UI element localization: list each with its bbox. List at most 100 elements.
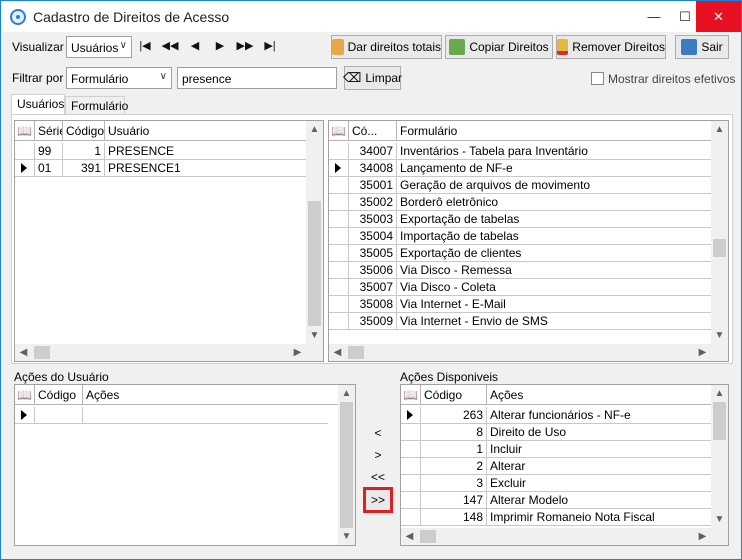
acoes-disponiveis-grid[interactable]: 📖 Código Ações 263 Alterar funcionários -…	[400, 384, 729, 546]
next-page-icon[interactable]: ▶▶	[234, 39, 256, 52]
scroll-right-icon[interactable]: ▶	[694, 344, 711, 361]
table-row[interactable]: 99 1 PRESENCE	[15, 143, 307, 160]
move-all-right-button[interactable]: >>	[363, 487, 393, 513]
col-formulario[interactable]: Formulário	[397, 121, 711, 141]
cell-formulario: Exportação de clientes	[400, 246, 522, 260]
scroll-thumb[interactable]	[308, 201, 321, 326]
col-codigo[interactable]: Có...	[349, 121, 397, 141]
move-right-button[interactable]: >	[363, 445, 393, 465]
next-record-icon[interactable]: ▶	[209, 39, 231, 52]
cell-formulario: Exportação de tabelas	[400, 212, 520, 226]
prev-record-icon[interactable]: ◀	[184, 39, 206, 52]
table-row[interactable]: 147 Alterar Modelo	[401, 492, 711, 509]
scroll-up-icon[interactable]: ▲	[338, 385, 355, 402]
table-row[interactable]: 35009 Via Internet - Envio de SMS	[329, 313, 711, 330]
sair-button[interactable]: Sair	[675, 35, 729, 59]
table-row[interactable]: 01 391 PRESENCE1	[15, 160, 307, 177]
scroll-down-icon[interactable]: ▼	[711, 327, 728, 344]
cell-formulario: Inventários - Tabela para Inventário	[400, 144, 588, 158]
table-row[interactable]: 34007 Inventários - Tabela para Inventári…	[329, 143, 711, 160]
forms-hscrollbar[interactable]: ◀ ▶	[329, 344, 728, 361]
visualizar-select[interactable]: Usuários ∨	[66, 36, 132, 58]
col-acoes[interactable]: Ações	[83, 385, 339, 405]
users-grid[interactable]: 📖 Série Código Usuário 99 1 PRESENCE 01 …	[14, 120, 324, 362]
col-codigo[interactable]: Código	[35, 385, 83, 405]
acoes-usuario-grid[interactable]: 📖 Código Ações ▲ ▼	[14, 384, 356, 546]
scroll-left-icon[interactable]: ◀	[401, 528, 418, 545]
filtrar-select[interactable]: Formulário ∨	[66, 67, 172, 89]
mostrar-efetivos-checkbox[interactable]	[591, 72, 604, 85]
table-row[interactable]: 35004 Importação de tabelas	[329, 228, 711, 245]
tab-usuarios[interactable]: Usuários	[11, 94, 65, 115]
col-usuario[interactable]: Usuário	[105, 121, 305, 141]
scroll-thumb[interactable]	[340, 402, 353, 528]
scroll-thumb[interactable]	[420, 530, 436, 543]
col-serie[interactable]: Série	[35, 121, 63, 141]
scroll-up-icon[interactable]: ▲	[711, 121, 728, 138]
scroll-left-icon[interactable]: ◀	[15, 344, 32, 361]
book-icon: 📖	[329, 121, 349, 141]
scroll-right-icon[interactable]: ▶	[694, 528, 711, 545]
scroll-thumb[interactable]	[348, 346, 364, 359]
table-row[interactable]: 1 Incluir	[401, 441, 711, 458]
scroll-down-icon[interactable]: ▼	[306, 327, 323, 344]
move-left-button[interactable]: <	[363, 423, 393, 443]
dar-direitos-button[interactable]: Dar direitos totais	[331, 35, 442, 59]
col-codigo[interactable]: Código	[421, 385, 487, 405]
filter-text-input[interactable]: presence	[177, 67, 337, 89]
first-record-icon[interactable]: |◀	[134, 39, 156, 52]
table-row[interactable]: 8 Direito de Uso	[401, 424, 711, 441]
table-row[interactable]	[15, 407, 328, 424]
forms-grid[interactable]: 📖 Có... Formulário 34007 Inventários - Ta…	[328, 120, 729, 362]
col-acoes[interactable]: Ações	[487, 385, 712, 405]
col-codigo[interactable]: Código	[63, 121, 105, 141]
table-row[interactable]: 2 Alterar	[401, 458, 711, 475]
table-row[interactable]: 148 Imprimir Romaneio Nota Fiscal	[401, 509, 711, 526]
table-row[interactable]: 3 Excluir	[401, 475, 711, 492]
table-row[interactable]: 35008 Via Internet - E-Mail	[329, 296, 711, 313]
scroll-thumb[interactable]	[713, 239, 726, 257]
last-record-icon[interactable]: ▶|	[259, 39, 281, 52]
scroll-up-icon[interactable]: ▲	[306, 121, 323, 138]
table-row[interactable]: 35003 Exportação de tabelas	[329, 211, 711, 228]
acoes-disponiveis-vscrollbar[interactable]: ▲ ▼	[711, 385, 728, 528]
acoes-usuario-vscrollbar[interactable]: ▲ ▼	[338, 385, 355, 545]
scroll-thumb[interactable]	[713, 402, 726, 440]
forms-grid-header: 📖 Có... Formulário	[329, 121, 711, 141]
table-row[interactable]: 35007 Via Disco - Coleta	[329, 279, 711, 296]
cell-codigo: 35006	[349, 262, 397, 279]
filtrar-value: Formulário	[71, 72, 129, 86]
minimize-button[interactable]: —	[639, 1, 669, 32]
scroll-right-icon[interactable]: ▶	[289, 344, 306, 361]
tab-formulario[interactable]: Formulário	[65, 96, 128, 115]
book-icon: 📖	[15, 385, 35, 405]
remover-direitos-button[interactable]: Remover Direitos	[556, 35, 666, 59]
table-row[interactable]: 35006 Via Disco - Remessa	[329, 262, 711, 279]
table-row[interactable]: 35002 Borderô eletrônico	[329, 194, 711, 211]
row-indicator	[329, 262, 349, 279]
eraser-icon: ⌫	[342, 70, 362, 85]
exit-icon	[681, 39, 698, 55]
cell-acao: Excluir	[490, 476, 527, 490]
table-row[interactable]: 35001 Geração de arquivos de movimento	[329, 177, 711, 194]
limpar-button[interactable]: ⌫ Limpar	[342, 66, 402, 90]
forms-vscrollbar[interactable]: ▲ ▼	[711, 121, 728, 344]
scroll-left-icon[interactable]: ◀	[329, 344, 346, 361]
scroll-down-icon[interactable]: ▼	[338, 528, 355, 545]
users-vscrollbar[interactable]: ▲ ▼	[306, 121, 323, 344]
table-row[interactable]: 263 Alterar funcionários - NF-e	[401, 407, 711, 424]
close-button[interactable]: ✕	[696, 1, 741, 32]
cell-codigo: 35005	[349, 245, 397, 262]
prev-page-icon[interactable]: ◀◀	[159, 39, 181, 52]
table-row[interactable]: 34008 Lançamento de NF-e	[329, 160, 711, 177]
cell-codigo: 391	[63, 160, 105, 177]
table-row[interactable]: 35005 Exportação de clientes	[329, 245, 711, 262]
scroll-down-icon[interactable]: ▼	[711, 511, 728, 528]
users-hscrollbar[interactable]: ◀ ▶	[15, 344, 323, 361]
acoes-disponiveis-hscrollbar[interactable]: ◀ ▶	[401, 528, 728, 545]
cell-acao: Incluir	[490, 442, 523, 456]
scroll-thumb[interactable]	[34, 346, 50, 359]
copiar-direitos-button[interactable]: Copiar Direitos	[445, 35, 553, 59]
scroll-up-icon[interactable]: ▲	[711, 385, 728, 402]
move-all-left-button[interactable]: <<	[363, 467, 393, 487]
